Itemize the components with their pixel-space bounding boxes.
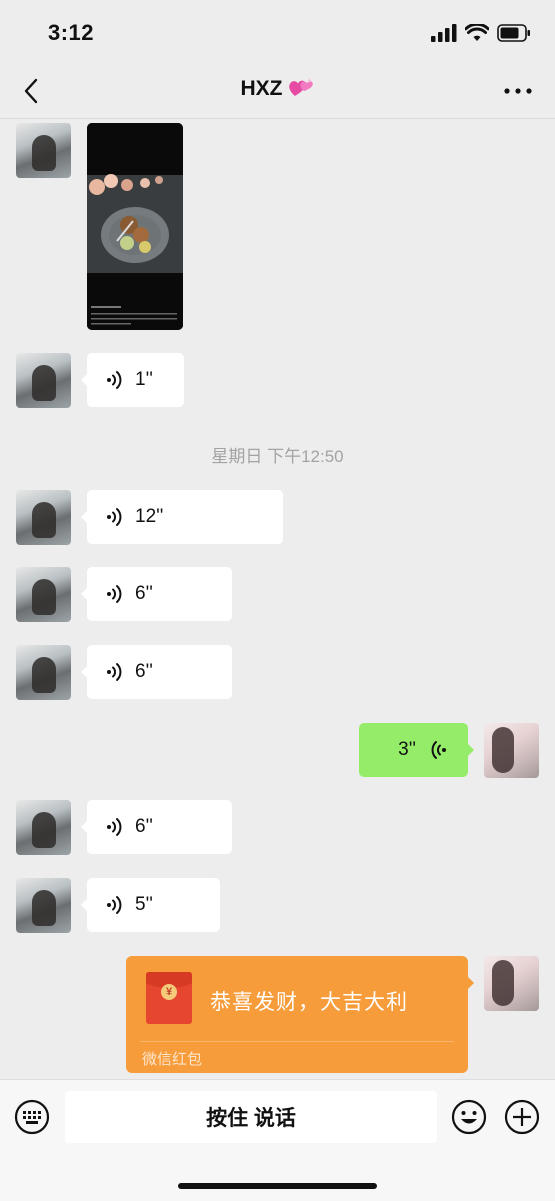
contact-avatar[interactable] xyxy=(16,123,71,178)
voice-message[interactable]: 12'' xyxy=(81,490,283,544)
nav-bar: HXZ xyxy=(0,64,555,119)
yuan-coin-icon: ¥ xyxy=(161,984,177,1000)
contact-avatar[interactable] xyxy=(16,490,71,545)
red-packet-message[interactable]: ¥ 恭喜发财，大吉大利 微信红包 xyxy=(126,956,474,1073)
red-packet-label: 微信红包 xyxy=(142,1051,203,1068)
battery-icon xyxy=(497,24,530,42)
chat-title-text: HXZ xyxy=(240,77,283,100)
voice-wave-icon xyxy=(107,371,122,389)
voice-wave-icon xyxy=(107,818,122,836)
voice-message[interactable]: 6'' xyxy=(81,800,232,854)
heart-emoji-icon xyxy=(287,75,315,105)
voice-duration: 6'' xyxy=(135,661,153,682)
keyboard-icon[interactable] xyxy=(14,1099,50,1135)
voice-wave-icon xyxy=(107,896,122,914)
input-bar: 按住 说话 xyxy=(0,1079,555,1201)
status-icons xyxy=(431,22,531,44)
voice-duration: 6'' xyxy=(135,816,153,837)
voice-duration: 6'' xyxy=(135,583,153,604)
image-message[interactable] xyxy=(87,123,183,330)
voice-wave-icon xyxy=(107,585,122,603)
my-avatar[interactable] xyxy=(484,956,539,1011)
contact-avatar[interactable] xyxy=(16,567,71,622)
chat-title: HXZ xyxy=(0,75,555,105)
contact-avatar[interactable] xyxy=(16,353,71,408)
voice-message[interactable]: 1'' xyxy=(81,353,184,407)
voice-duration: 3'' xyxy=(398,739,416,760)
emoji-smile-icon[interactable] xyxy=(451,1099,487,1135)
status-bar: 3:12 xyxy=(0,0,555,64)
contact-avatar[interactable] xyxy=(16,800,71,855)
voice-wave-icon xyxy=(431,741,446,759)
voice-message[interactable]: 5'' xyxy=(81,878,220,932)
voice-message[interactable]: 6'' xyxy=(81,645,232,699)
home-indicator[interactable] xyxy=(178,1183,377,1189)
status-time: 3:12 xyxy=(48,20,95,45)
more-dots-icon xyxy=(504,88,532,94)
red-envelope-icon: ¥ xyxy=(146,972,192,1024)
signal-icon xyxy=(431,24,457,42)
chat-timestamp: 星期日 下午12:50 xyxy=(211,447,344,466)
contact-avatar[interactable] xyxy=(16,878,71,933)
hold-to-talk-button[interactable]: 按住 说话 xyxy=(65,1091,437,1143)
more-button[interactable] xyxy=(501,79,535,103)
voice-duration: 1'' xyxy=(135,369,153,390)
voice-wave-icon xyxy=(107,508,122,526)
contact-avatar[interactable] xyxy=(16,645,71,700)
my-avatar[interactable] xyxy=(484,723,539,778)
voice-message[interactable]: 6'' xyxy=(81,567,232,621)
plus-circle-icon[interactable] xyxy=(504,1099,540,1135)
voice-wave-icon xyxy=(107,663,122,681)
red-packet-divider xyxy=(140,1041,454,1042)
my-voice-message[interactable]: 3'' xyxy=(359,723,474,777)
voice-duration: 5'' xyxy=(135,894,153,915)
wifi-icon xyxy=(465,24,489,41)
voice-duration: 12'' xyxy=(135,506,164,527)
image-thumbnail xyxy=(87,123,183,330)
red-packet-greeting: 恭喜发财，大吉大利 xyxy=(210,991,408,1014)
